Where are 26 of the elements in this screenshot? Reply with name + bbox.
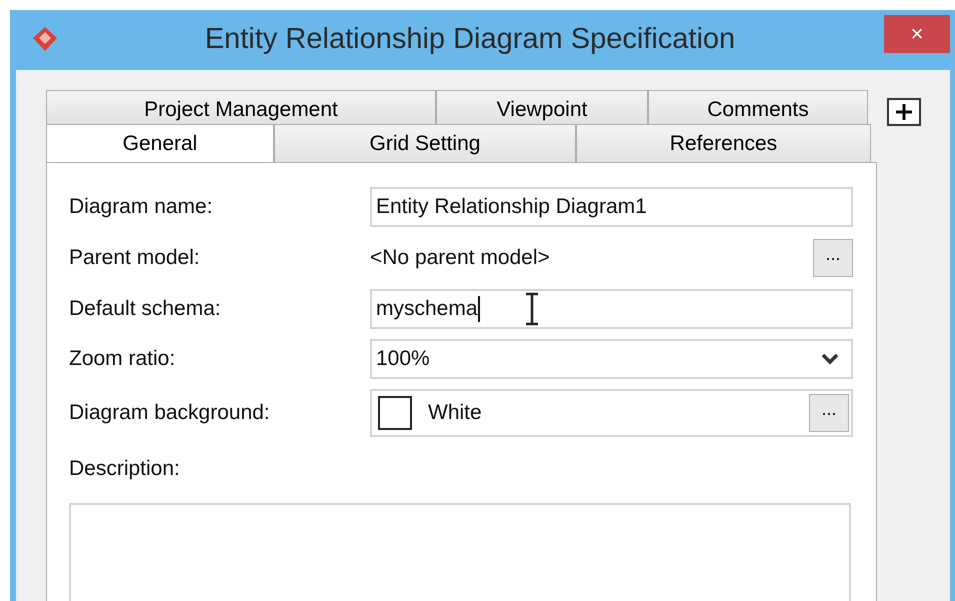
color-field[interactable]: White ... (370, 389, 853, 437)
field-label: Description: (69, 456, 181, 482)
field-label: Diagram name: (69, 194, 214, 220)
window-title: Entity Relationship Diagram Specification (204, 22, 736, 58)
tab[interactable]: Comments (648, 90, 868, 124)
description-field[interactable] (69, 502, 851, 601)
field-label: Parent model: (69, 245, 201, 272)
dropdown-field[interactable]: 100% (370, 339, 853, 379)
i-beam-cursor-icon (524, 292, 540, 326)
add-tab-icon[interactable] (887, 98, 921, 126)
chevron-down-icon (821, 353, 839, 365)
close-button[interactable]: × (884, 15, 950, 53)
input-field[interactable]: myschema (370, 289, 853, 329)
field-label: Default schema: (69, 296, 222, 322)
field-label: Zoom ratio: (69, 346, 176, 372)
field-label: Diagram background: (69, 400, 271, 426)
color-name: White (428, 400, 482, 426)
tab[interactable]: Project Management (46, 90, 436, 124)
tab[interactable]: References (576, 124, 871, 162)
input-field[interactable]: Entity Relationship Diagram1 (370, 187, 853, 227)
tab[interactable]: Viewpoint (436, 90, 648, 124)
tab[interactable]: General (46, 124, 274, 162)
browse-button[interactable]: ... (813, 239, 853, 277)
field-value: <No parent model> (370, 245, 550, 272)
tab[interactable]: Grid Setting (274, 124, 576, 162)
browse-button[interactable]: ... (809, 394, 849, 432)
